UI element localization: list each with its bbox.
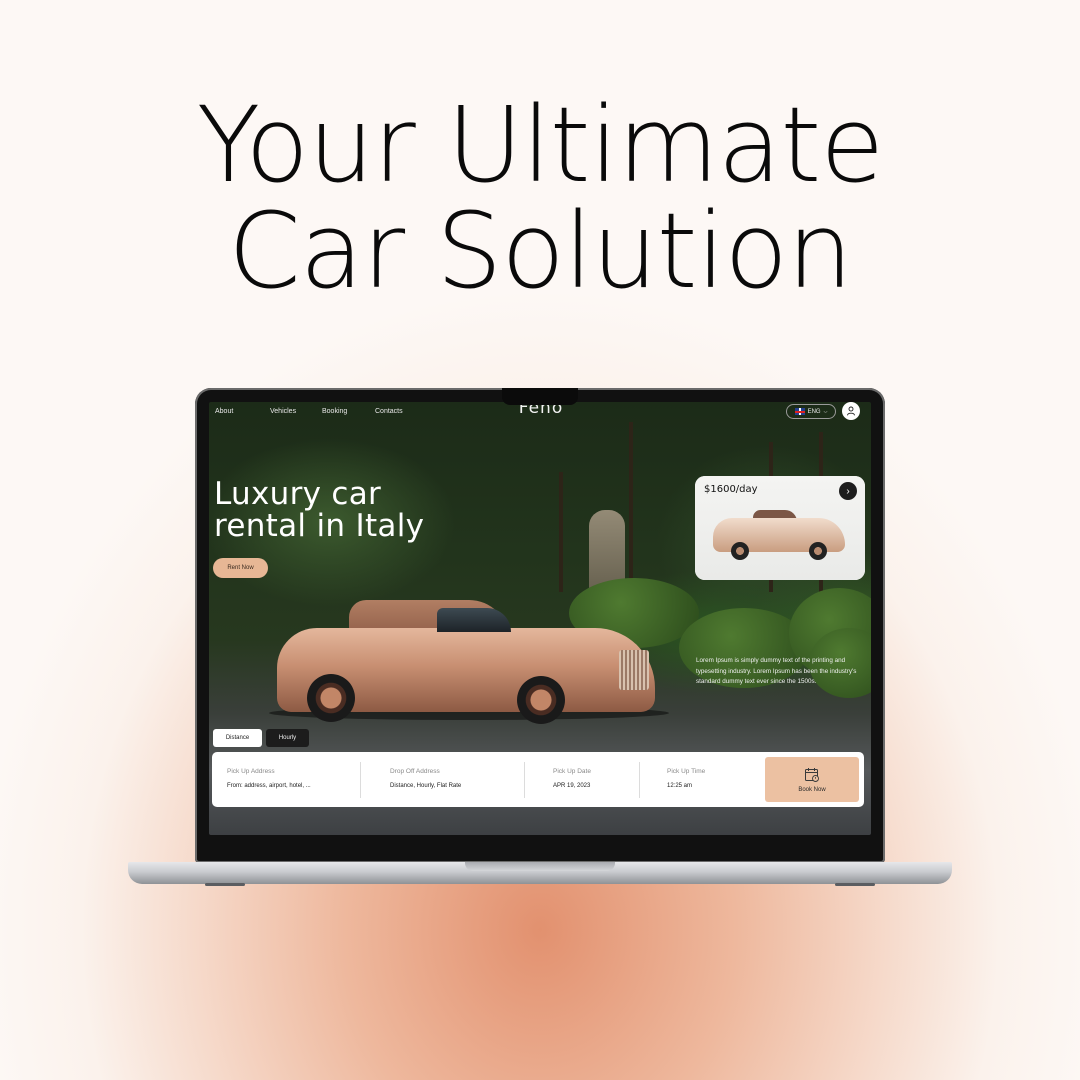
laptop-screen: About Vehicles Booking Contacts Feno ENG… bbox=[209, 402, 871, 835]
language-selector[interactable]: ENG ⌵ bbox=[786, 404, 836, 419]
laptop-lid-notch bbox=[465, 862, 615, 871]
nav-vehicles[interactable]: Vehicles bbox=[270, 408, 296, 415]
language-label: ENG bbox=[807, 408, 821, 415]
dropoff-address-input[interactable]: Distance, Hourly, Flat Rate bbox=[390, 783, 461, 789]
headline-line-2: Car Solution bbox=[228, 190, 853, 312]
dropoff-address-label: Drop Off Address bbox=[390, 768, 440, 775]
car-grille bbox=[619, 650, 649, 690]
car-window bbox=[437, 608, 511, 632]
nav-booking[interactable]: Booking bbox=[322, 408, 347, 415]
pickup-time-input[interactable]: 12:25 am bbox=[667, 783, 692, 789]
rent-now-button[interactable]: Rent Now bbox=[213, 558, 268, 578]
laptop-foot bbox=[205, 883, 245, 886]
laptop-foot bbox=[835, 883, 875, 886]
card-car-wheel bbox=[809, 542, 827, 560]
divider bbox=[524, 762, 525, 798]
nav-contacts[interactable]: Contacts bbox=[375, 408, 403, 415]
headline: Your Ultimate Car Solution bbox=[0, 92, 1080, 304]
pickup-time-label: Pick Up Time bbox=[667, 768, 706, 775]
nav-about[interactable]: About bbox=[215, 408, 233, 415]
tab-hourly[interactable]: Hourly bbox=[266, 729, 309, 747]
calendar-icon bbox=[805, 767, 819, 782]
pickup-address-label: Pick Up Address bbox=[227, 768, 275, 775]
car-wheel bbox=[307, 674, 355, 722]
hero-title-line-1: Luxury car bbox=[214, 476, 382, 512]
palm-trunk bbox=[559, 472, 563, 592]
booking-form: Pick Up Address From: address, airport, … bbox=[212, 752, 864, 807]
hero-title: Luxury car rental in Italy bbox=[214, 478, 514, 542]
pickup-date-label: Pick Up Date bbox=[553, 768, 591, 775]
hero-title-line-2: rental in Italy bbox=[214, 508, 425, 544]
tab-distance[interactable]: Distance bbox=[213, 729, 262, 747]
price-card[interactable]: $1600/day › bbox=[695, 476, 865, 580]
card-car-wheel bbox=[731, 542, 749, 560]
palm-trunk bbox=[629, 422, 633, 592]
headline-line-1: Your Ultimate bbox=[196, 84, 885, 206]
car-wheel bbox=[517, 676, 565, 724]
user-account-button[interactable] bbox=[842, 402, 860, 420]
chevron-down-icon: ⌵ bbox=[823, 408, 828, 415]
book-now-button[interactable]: Book Now bbox=[765, 757, 859, 802]
divider bbox=[639, 762, 640, 798]
pickup-date-input[interactable]: APR 19, 2023 bbox=[553, 783, 590, 789]
price-label: $1600/day bbox=[704, 484, 758, 495]
pickup-address-input[interactable]: From: address, airport, hotel, ... bbox=[227, 783, 311, 789]
book-now-label: Book Now bbox=[798, 786, 826, 793]
arrow-right-icon[interactable]: › bbox=[839, 482, 857, 500]
divider bbox=[360, 762, 361, 798]
user-icon bbox=[847, 406, 855, 416]
hero-description: Lorem Ipsum is simply dummy text of the … bbox=[696, 657, 857, 685]
flag-uk-icon bbox=[794, 408, 805, 415]
camera-notch bbox=[502, 388, 578, 405]
